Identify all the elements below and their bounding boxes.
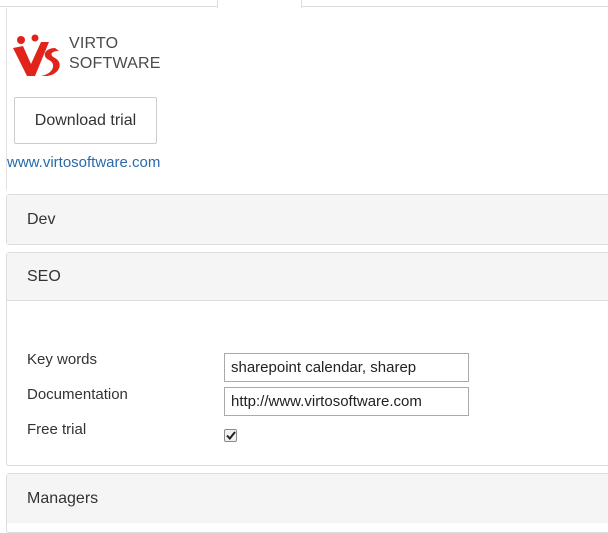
documentation-input[interactable]: http://www.virtosoftware.com bbox=[224, 387, 469, 416]
panel-seo: SEO Key words sharepoint calendar, share… bbox=[6, 252, 608, 466]
tab-divider bbox=[302, 6, 608, 7]
documentation-value: http://www.virtosoftware.com bbox=[231, 393, 422, 410]
keywords-label: Key words bbox=[27, 351, 98, 368]
top-tab-strip bbox=[0, 0, 608, 8]
free-trial-checkbox[interactable] bbox=[224, 429, 237, 442]
documentation-label: Documentation bbox=[27, 386, 128, 403]
panel-managers: Managers bbox=[6, 473, 608, 533]
keywords-input[interactable]: sharepoint calendar, sharep bbox=[224, 353, 469, 382]
virto-logo-icon bbox=[13, 34, 60, 76]
free-trial-label: Free trial bbox=[27, 421, 87, 438]
checkmark-icon bbox=[225, 431, 236, 440]
panel-managers-header[interactable]: Managers bbox=[7, 474, 608, 523]
download-trial-button[interactable]: Download trial bbox=[14, 97, 157, 144]
panel-dev-title: Dev bbox=[27, 210, 56, 228]
keywords-value: sharepoint calendar, sharep bbox=[231, 359, 417, 376]
panel-seo-header[interactable]: SEO bbox=[7, 253, 608, 301]
logo-line-1: VIRTO bbox=[69, 35, 119, 52]
logo-wordmark: VIRTO SOFTWARE bbox=[69, 34, 161, 74]
panel-seo-title: SEO bbox=[27, 267, 61, 285]
panel-dev: Dev bbox=[6, 194, 608, 245]
active-tab[interactable] bbox=[217, 0, 302, 8]
panel-dev-header[interactable]: Dev bbox=[7, 195, 608, 244]
panel-managers-title: Managers bbox=[27, 489, 99, 507]
website-link[interactable]: www.virtosoftware.com bbox=[7, 154, 160, 171]
logo-line-2: SOFTWARE bbox=[69, 55, 161, 72]
tab-divider bbox=[0, 6, 217, 7]
virto-logo: VIRTO SOFTWARE bbox=[11, 34, 181, 78]
